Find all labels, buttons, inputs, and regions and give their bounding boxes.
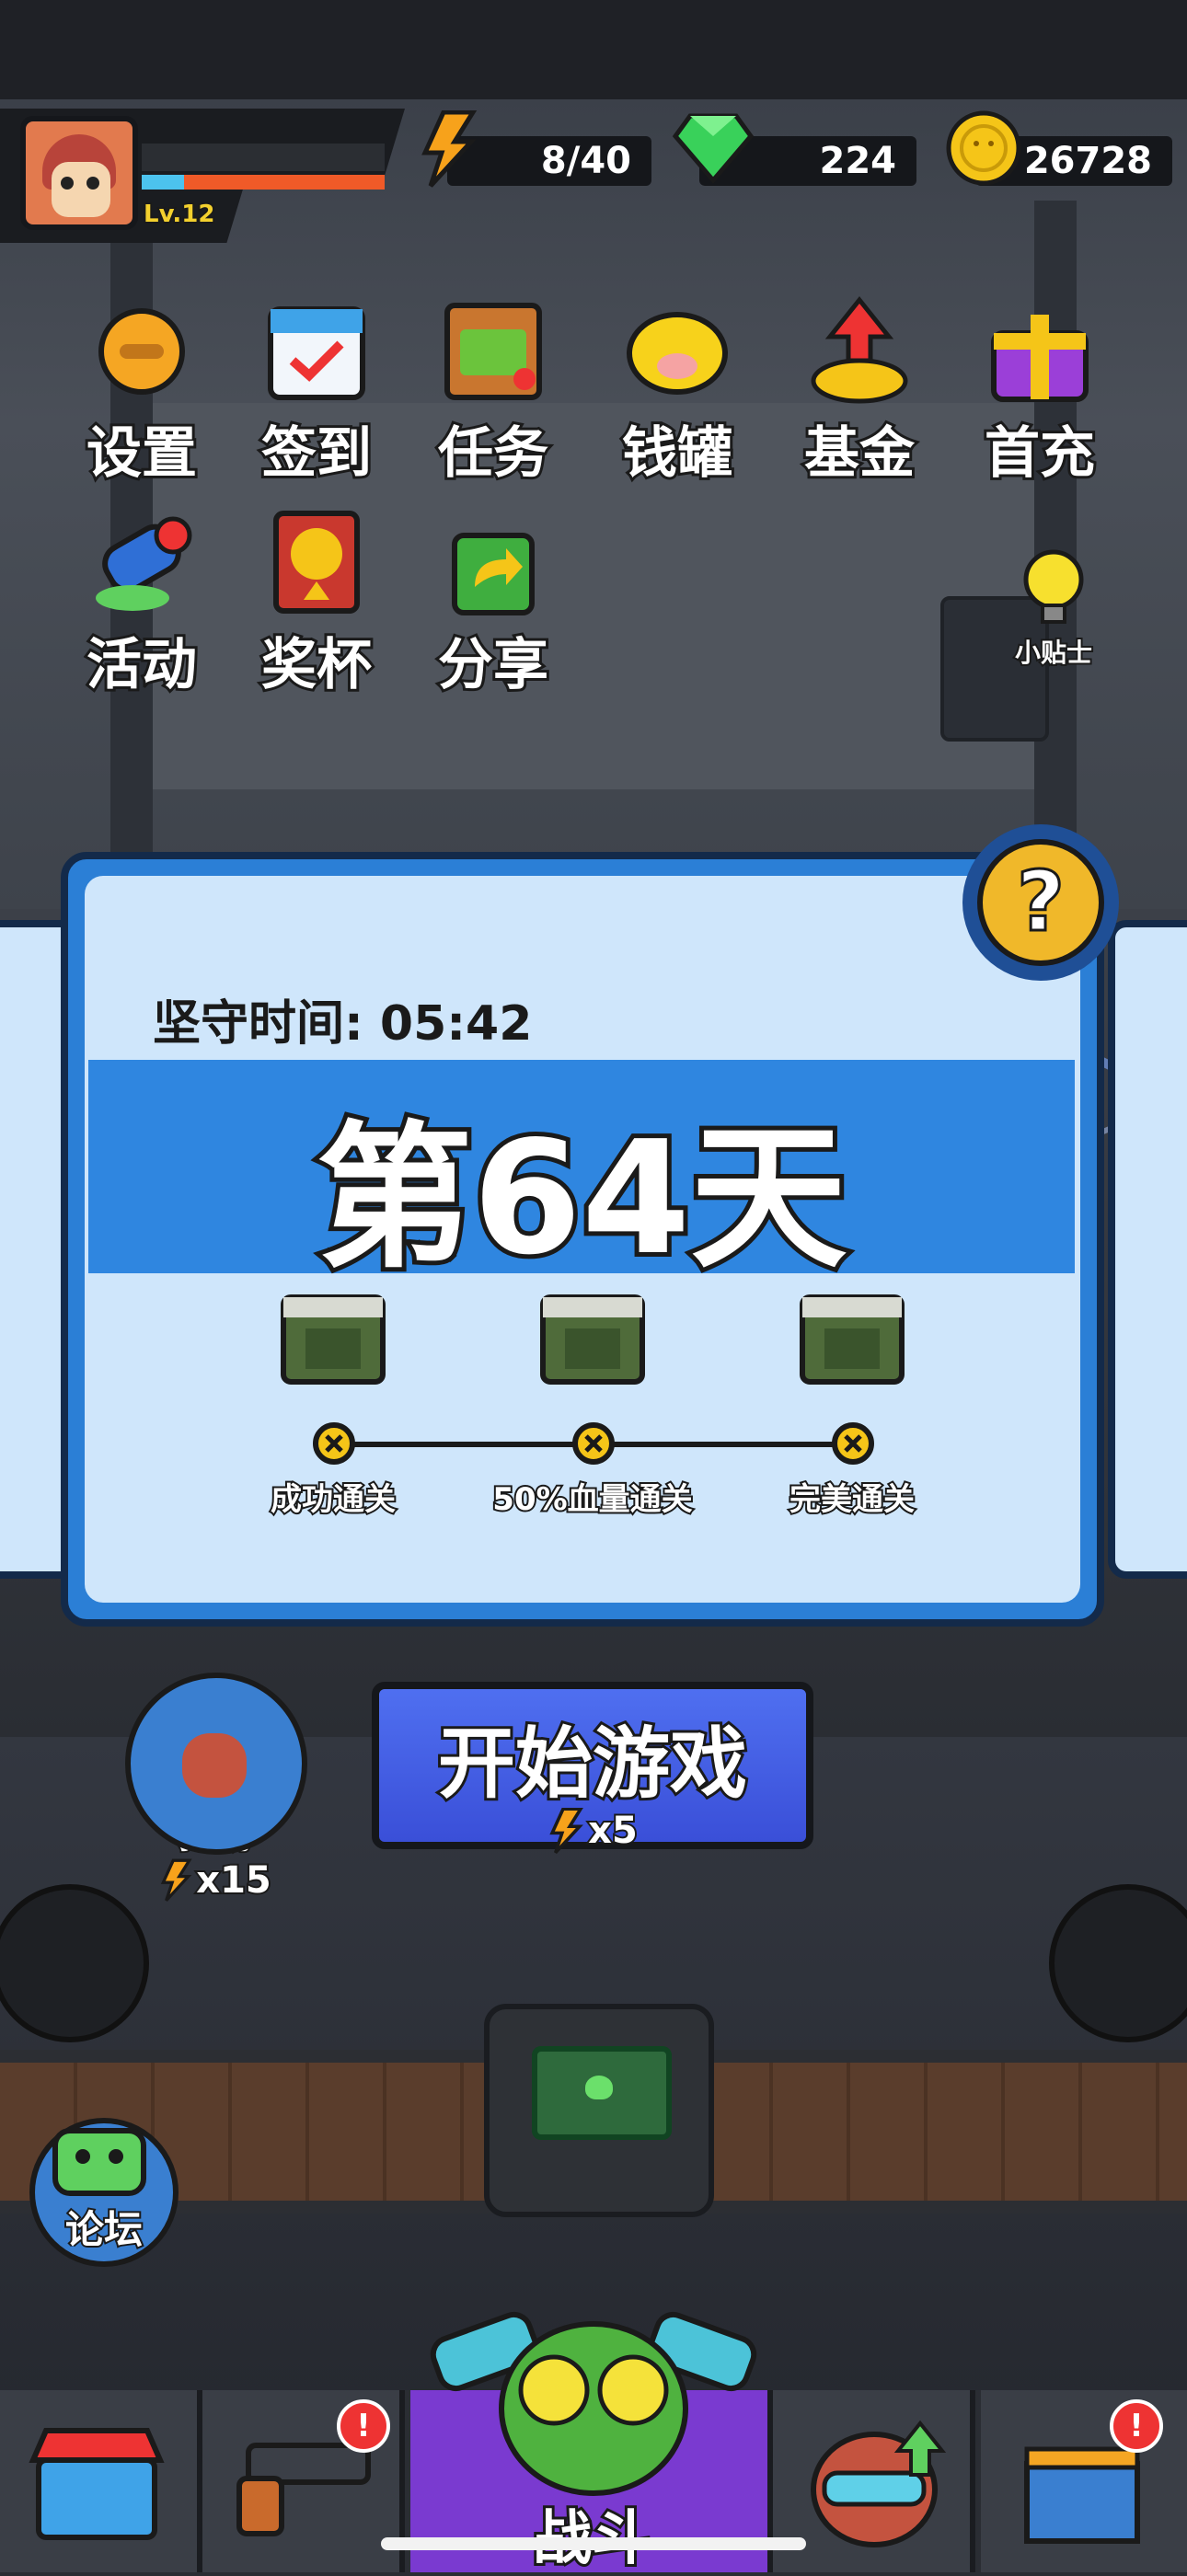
svg-text:?: ? [1017, 854, 1065, 950]
tips-label: 小贴士 [1013, 636, 1094, 670]
piggy-bank-label: 钱罐 [619, 419, 735, 489]
lightning-icon [549, 1808, 584, 1854]
tab-shop[interactable] [0, 2390, 202, 2572]
heart-icon [585, 2076, 613, 2099]
piggy-bank-icon [627, 312, 728, 395]
trophy-button[interactable]: 奖杯 [234, 508, 399, 710]
checkin-label: 签到 [259, 419, 375, 489]
green-chest[interactable] [532, 2046, 672, 2140]
gem-value: 224 [819, 140, 897, 182]
gem-icon [672, 113, 755, 184]
reward-clear-label: 成功通关 [269, 1479, 398, 1520]
castle-alert-badge: ! [1110, 2399, 1163, 2453]
sweep-avatar [125, 1673, 307, 1855]
checkin-button[interactable]: 签到 [234, 296, 399, 499]
gear-icon [98, 308, 185, 395]
reward-perfect-label: 完美通关 [788, 1479, 916, 1520]
fund-button[interactable]: 基金 [777, 296, 942, 499]
settings-button[interactable]: 设置 [59, 296, 225, 499]
energy-value: 8/40 [540, 140, 631, 182]
player-level: Lv.12 [142, 199, 216, 230]
tab-castle[interactable]: ! [981, 2390, 1187, 2572]
question-mark-icon: ? [977, 839, 1104, 966]
reward-clear[interactable]: 成功通关 [213, 1288, 453, 1520]
task-board-icon [444, 303, 542, 400]
forum-label: 论坛 [63, 2205, 144, 2254]
event-button[interactable]: 活动 [59, 508, 225, 710]
trophy-label: 奖杯 [259, 630, 375, 700]
x-node-icon [313, 1422, 355, 1465]
survive-time: 坚守时间: 05:42 [153, 996, 533, 1052]
tab-weapons[interactable]: ! [202, 2390, 405, 2572]
help-button[interactable]: ? [962, 824, 1119, 981]
home-indicator [381, 2537, 806, 2550]
settings-label: 设置 [84, 419, 200, 489]
sweep-cost: x15 [194, 1857, 272, 1903]
first-recharge-button[interactable]: 首充 [957, 296, 1123, 499]
next-level-card[interactable] [1108, 920, 1187, 1579]
fund-label: 基金 [801, 419, 917, 489]
first-recharge-label: 首充 [982, 419, 1098, 489]
reward-half-hp[interactable]: 50%血量通关 [473, 1288, 712, 1520]
xp-bar-fill [142, 175, 184, 190]
share-icon [452, 533, 535, 615]
gift-box-icon [991, 315, 1089, 402]
chat-bubble-icon [52, 2128, 146, 2196]
sweep-button[interactable]: 扫荡 x15 [125, 1673, 307, 1912]
shop-icon [29, 2428, 165, 2540]
reward-perfect[interactable]: 完美通关 [732, 1288, 972, 1520]
fund-coins-icon [811, 296, 908, 404]
hero-icon [811, 2420, 947, 2547]
coin-value: 26728 [1023, 140, 1152, 182]
turret-base [484, 2004, 714, 2217]
crate-icon [540, 1294, 645, 1385]
zombie-icon [430, 2311, 757, 2496]
spiked-ball-right [1049, 1884, 1187, 2042]
start-cost: x5 [586, 1808, 640, 1854]
top-hud: Lv.12 8/40 224 26728 [0, 109, 1187, 247]
day-title: 第64天 [312, 1103, 852, 1294]
event-label: 活动 [84, 630, 200, 700]
crate-icon [281, 1294, 386, 1385]
x-node-icon [832, 1422, 874, 1465]
hp-bar-track [142, 144, 385, 171]
menu-row-1: 设置 签到 任务 钱罐 基金 首充 [59, 296, 1145, 499]
cannon-icon [96, 516, 192, 611]
coin-icon [946, 110, 1021, 186]
x-node-icon [572, 1422, 615, 1465]
calendar-icon [268, 306, 365, 400]
task-button[interactable]: 任务 [410, 296, 576, 499]
start-game-button[interactable]: 开始游戏 x5 [372, 1682, 813, 1854]
task-label: 任务 [435, 419, 551, 489]
battle-label: 战斗 [410, 2491, 773, 2576]
crate-icon [800, 1294, 905, 1385]
weapons-alert-badge: ! [337, 2399, 390, 2453]
menu-row-2: 活动 奖杯 分享 [59, 508, 703, 710]
lightning-icon [161, 1858, 192, 1902]
start-game-label: 开始游戏 [435, 1716, 750, 1811]
reward-half-hp-label: 50%血量通关 [490, 1479, 694, 1520]
share-label: 分享 [435, 630, 551, 700]
lightbulb-icon [1023, 549, 1084, 624]
player-avatar[interactable] [20, 116, 138, 230]
piggy-bank-button[interactable]: 钱罐 [594, 296, 760, 499]
status-bar [0, 0, 1187, 99]
lightning-icon [421, 110, 478, 188]
forum-button[interactable]: 论坛 [29, 2118, 179, 2267]
trophy-icon [273, 511, 360, 614]
tips-button[interactable]: 小贴士 [994, 543, 1113, 681]
share-button[interactable]: 分享 [410, 508, 576, 710]
